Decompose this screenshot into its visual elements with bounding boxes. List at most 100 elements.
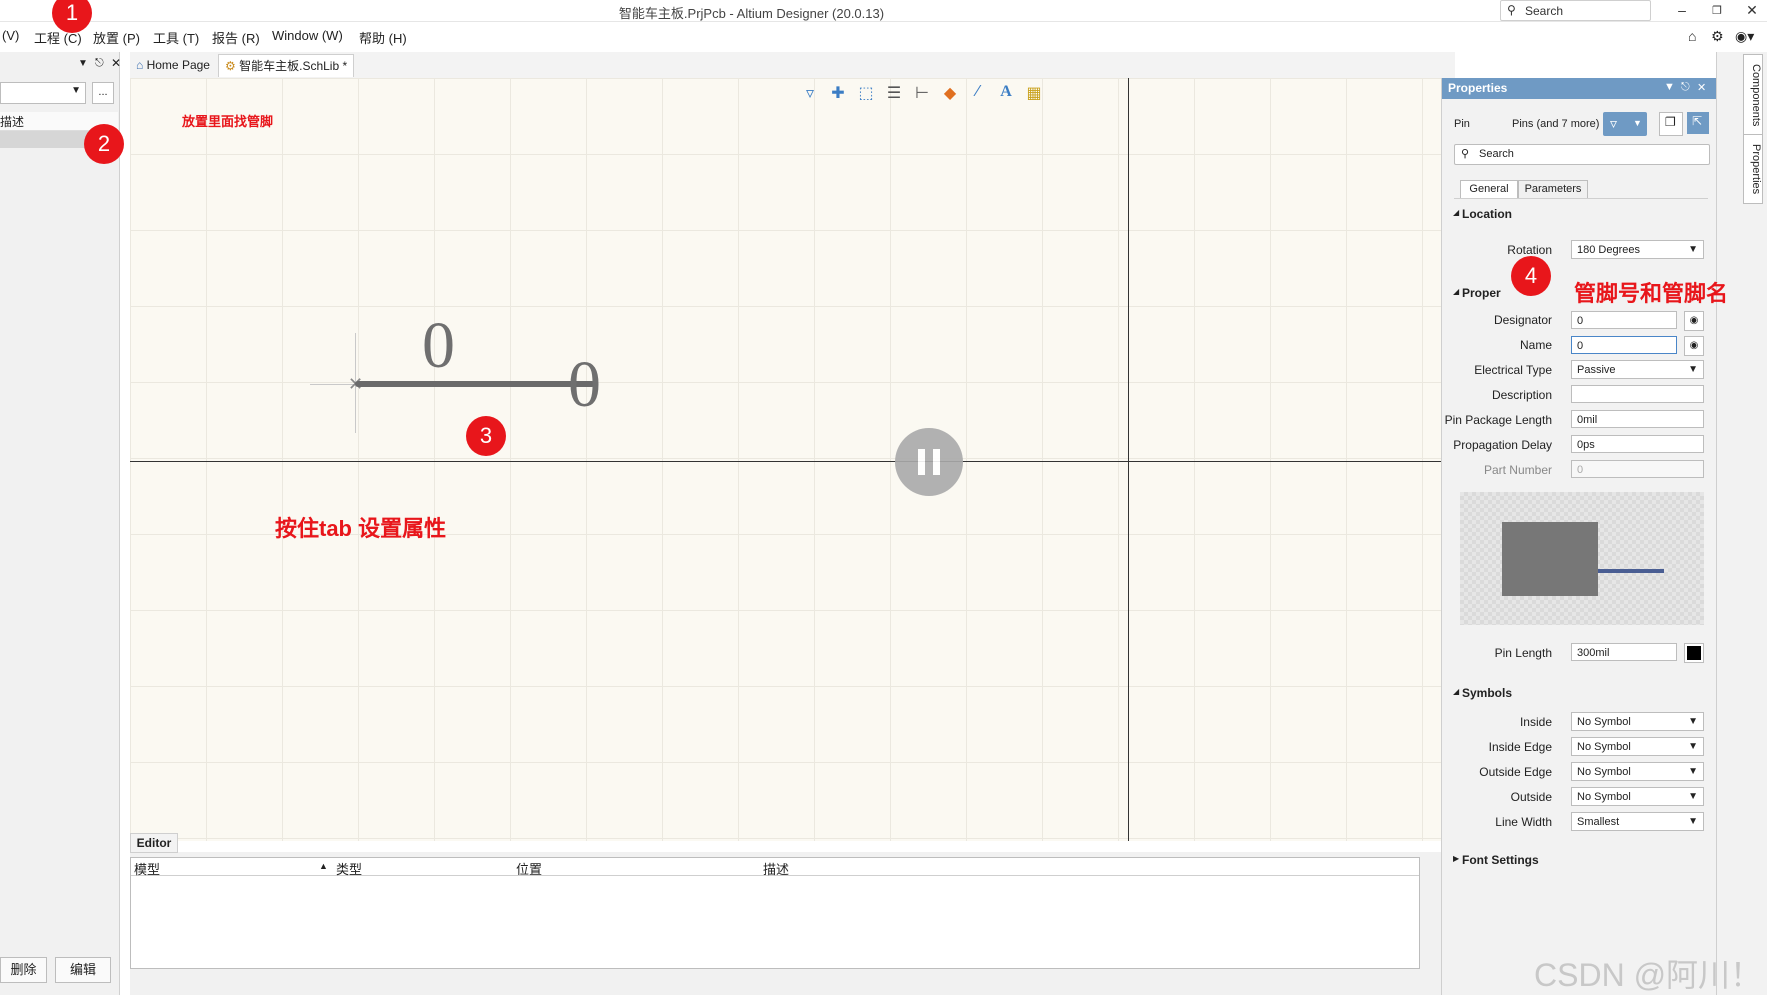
chevron-down-icon: ▼ [71, 85, 81, 96]
menu-tools[interactable]: 工具 (T) [153, 28, 199, 47]
browse-button[interactable]: ... [92, 82, 114, 104]
electrical-type-select[interactable]: Passive ▼ [1571, 360, 1704, 379]
pin-length-label: Pin Length [1494, 646, 1552, 660]
section-location[interactable]: Location [1462, 207, 1512, 221]
tab-schlib[interactable]: ⚙ 智能车主板.SchLib * [218, 54, 355, 77]
inside-select[interactable]: No Symbol ▼ [1571, 712, 1704, 731]
eraser-icon[interactable]: ◆ [937, 83, 963, 103]
panel-close-icon[interactable]: ✕ [1697, 81, 1706, 94]
column-location[interactable]: 位置 [516, 859, 542, 878]
minimize-icon[interactable]: – [1672, 2, 1692, 18]
name-visibility-icon[interactable]: ◉ [1684, 336, 1704, 356]
component-icon[interactable]: ▦ [1021, 83, 1047, 103]
rotation-value: 180 Degrees [1577, 244, 1640, 256]
pause-overlay-button[interactable] [895, 428, 963, 496]
tab-editor[interactable]: Editor [130, 833, 178, 853]
select-rect-icon[interactable]: ⬚ [853, 83, 879, 103]
name-input[interactable]: 0 [1571, 336, 1677, 354]
line-width-select[interactable]: Smallest ▼ [1571, 812, 1704, 831]
library-combo[interactable]: ▼ [0, 82, 86, 104]
panel-menu-icon[interactable]: ▼ [78, 58, 88, 69]
properties-title-bar: Properties ▼ ⎋ ✕ [1442, 78, 1716, 99]
x-axis-line [130, 461, 1456, 462]
line-icon[interactable]: ∕ [965, 83, 991, 101]
select-all-icon: ❐ [1665, 115, 1676, 129]
designator-input[interactable]: 0 [1571, 311, 1677, 329]
menu-help[interactable]: 帮助 (H) [359, 28, 407, 47]
menu-bar: (V) 工程 (C) 放置 (P) 工具 (T) 报告 (R) Window (… [0, 22, 1767, 50]
pin-package-length-input[interactable]: 0mil [1571, 410, 1704, 428]
collapse-symbols-icon[interactable]: ◢ [1453, 687, 1459, 696]
side-tab-components[interactable]: Components [1743, 54, 1763, 136]
restore-icon[interactable]: ❐ [1707, 4, 1727, 17]
section-font-settings[interactable]: Font Settings [1462, 853, 1539, 867]
outside-edge-select[interactable]: No Symbol ▼ [1571, 762, 1704, 781]
name-label: Name [1519, 338, 1552, 352]
move-icon[interactable]: ✚ [825, 83, 851, 103]
pin-preview [1460, 492, 1704, 625]
filter-icon[interactable]: ▿ [797, 83, 823, 103]
column-description[interactable]: 描述 [763, 859, 789, 878]
home-icon[interactable]: ⌂ [1688, 28, 1696, 44]
y-axis-line [1128, 78, 1129, 841]
schematic-canvas[interactable]: ✕ 0 0 放置里面找管脚 按住tab 设置属性 [130, 78, 1456, 841]
section-properties[interactable]: Proper [1462, 286, 1501, 300]
pin-length-input[interactable]: 300mil [1571, 643, 1677, 661]
column-model[interactable]: 模型 [134, 859, 160, 878]
properties-search-box[interactable]: ⚲ Search [1454, 144, 1710, 165]
delete-button[interactable]: 删除 [0, 957, 47, 983]
select-mode-button[interactable]: ⇱ [1687, 112, 1709, 134]
designator-visibility-icon[interactable]: ◉ [1684, 311, 1704, 331]
pin-color-button[interactable] [1684, 643, 1704, 663]
pin-line[interactable] [355, 381, 595, 387]
panel-close-icon[interactable]: ✕ [111, 56, 121, 70]
place-pin-icon[interactable]: ⊢ [909, 83, 935, 103]
collapse-location-icon[interactable]: ◢ [1453, 208, 1459, 217]
pin-color-swatch [1687, 646, 1701, 660]
selection-filter-button[interactable]: ▿ ▼ [1603, 112, 1647, 136]
properties-panel: Properties ▼ ⎋ ✕ Pin Pins (and 7 more) ▿… [1441, 78, 1716, 995]
pause-bar-left [918, 449, 925, 475]
close-icon[interactable]: ✕ [1742, 2, 1762, 19]
document-tabs: ⌂ Home Page ⚙ 智能车主板.SchLib * [130, 52, 1455, 78]
menu-window[interactable]: Window (W) [272, 28, 343, 43]
pin-icon[interactable]: ⎋ [95, 57, 104, 70]
panel-menu-icon[interactable]: ▼ [1664, 81, 1675, 93]
propagation-delay-input[interactable]: 0ps [1571, 435, 1704, 453]
side-panel-strip: Components Properties [1716, 52, 1767, 995]
tab-general[interactable]: General [1460, 180, 1518, 199]
account-icon[interactable]: ◉▾ [1735, 28, 1754, 45]
collapse-properties-icon[interactable]: ◢ [1453, 287, 1459, 296]
inside-edge-select[interactable]: No Symbol ▼ [1571, 737, 1704, 756]
select-all-button[interactable]: ❐ [1659, 112, 1683, 136]
pin-icon[interactable]: ⎋ [1681, 81, 1690, 94]
text-icon[interactable]: A [993, 83, 1019, 101]
column-type[interactable]: 类型 [336, 859, 362, 878]
window-title: 智能车主板.PrjPcb - Altium Designer (20.0.13) [618, 6, 885, 21]
rotation-select[interactable]: 180 Degrees ▼ [1571, 240, 1704, 259]
side-tab-properties[interactable]: Properties [1743, 134, 1763, 204]
menu-place[interactable]: 放置 (P) [93, 28, 140, 47]
outside-select[interactable]: No Symbol ▼ [1571, 787, 1704, 806]
global-search-box[interactable]: ⚲ Search [1500, 0, 1651, 21]
left-panel: ▼ ⎋ ✕ ▼ ... 描述 删除 编辑 [0, 52, 121, 995]
rotation-label: Rotation [1507, 243, 1552, 257]
inside-edge-label: Inside Edge [1488, 740, 1552, 754]
line-width-value: Smallest [1577, 816, 1620, 828]
description-input[interactable] [1571, 385, 1704, 403]
active-toolbar: ▿ ✚ ⬚ ☰ ⊢ ◆ ∕ A ▦ [797, 80, 1057, 106]
description-column-header: 描述 [0, 115, 25, 129]
menu-reports[interactable]: 报告 (R) [212, 28, 260, 47]
watermark: CSDN @阿川！ [1534, 957, 1763, 993]
schlib-icon: ⚙ [225, 59, 236, 73]
tab-home-page[interactable]: ⌂ Home Page [130, 54, 216, 76]
section-symbols[interactable]: Symbols [1462, 686, 1512, 700]
expand-font-icon[interactable]: ▶ [1453, 854, 1459, 863]
chevron-down-icon: ▼ [1688, 791, 1698, 802]
gear-icon[interactable]: ⚙ [1711, 28, 1724, 45]
edit-button[interactable]: 编辑 [55, 957, 111, 983]
tab-parameters[interactable]: Parameters [1518, 180, 1588, 199]
menu-view[interactable]: (V) [2, 28, 19, 43]
preview-body [1502, 522, 1598, 596]
align-icon[interactable]: ☰ [881, 83, 907, 103]
